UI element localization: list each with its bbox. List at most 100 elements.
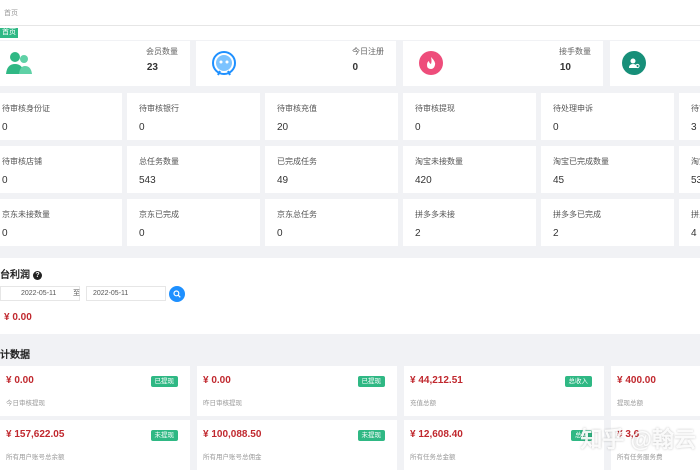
counter-cell: 已完成任务 49: [265, 146, 398, 193]
robot-icon: [210, 49, 238, 77]
money-caption: 所有任务总金额: [410, 454, 456, 461]
counter-value: 2: [553, 228, 559, 239]
counter-value: 49: [277, 175, 289, 186]
money-caption: 昨日审核提现: [203, 400, 242, 407]
fire-icon: [417, 49, 445, 77]
counter-label: 拼多: [691, 210, 700, 219]
search-icon: [173, 290, 181, 298]
money-amount: ¥ 44,212.51: [410, 375, 463, 386]
counter-label: 淘宝未接数量: [415, 157, 463, 166]
counter-cell: 总任务数量 543: [127, 146, 260, 193]
users-icon: [4, 49, 32, 77]
counter-cell: 待审核充值 20: [265, 93, 398, 140]
money-caption: 所有用户账号总余额: [6, 454, 65, 461]
money-caption: 所有用户账号总佣金: [203, 454, 262, 461]
money-caption: 今日审核提现: [6, 400, 45, 407]
counter-cell: 待审核银行 0: [127, 93, 260, 140]
counter-value: 0: [277, 228, 283, 239]
money-card: ¥ 0.00 昨日审核提现 已提现: [197, 366, 397, 416]
top-bar: 首页: [0, 0, 700, 26]
counter-cell: 京东未接数量 0: [0, 199, 122, 246]
money-amount: ¥ 157,622.05: [6, 429, 65, 440]
money-card: ¥ 400.00 提现总额: [611, 366, 700, 416]
stat-value: 10: [559, 62, 571, 73]
stat-card-members: 会员数量 23: [0, 41, 190, 86]
counter-label: 拼多多已完成: [553, 210, 601, 219]
search-button[interactable]: [169, 286, 185, 302]
tab-bar: 首页: [0, 26, 700, 40]
counter-value: 4: [691, 228, 697, 239]
money-amount: ¥ 400.00: [617, 375, 656, 386]
stat-value: 0: [352, 62, 358, 73]
money-card: ¥ 12,608.40 所有任务总金额 总额: [404, 420, 604, 470]
counter-value: 543: [139, 175, 156, 186]
counter-cell: 待审核店铺 0: [0, 146, 122, 193]
counter-label: 待审核店铺: [2, 157, 42, 166]
money-amount: ¥ 100,088.50: [203, 429, 262, 440]
end-date-input[interactable]: 2022-05-11: [86, 286, 166, 301]
watermark: 知乎 @翰云: [580, 427, 696, 452]
counter-cell: 京东总任务 0: [265, 199, 398, 246]
counter-cell: 待处理申诉 0: [541, 93, 674, 140]
counter-label: 拼多多未接: [415, 210, 455, 219]
counter-value: 0: [553, 122, 559, 133]
stat-label: 接手数量: [559, 47, 591, 56]
counter-cell: 拼多多已完成 2: [541, 199, 674, 246]
counter-cell: 待审核身份证 0: [0, 93, 122, 140]
counter-cell: 待审核提现 0: [403, 93, 536, 140]
counter-cell: 待审 3: [679, 93, 700, 140]
counter-label: 淘宝已完成数量: [553, 157, 609, 166]
money-caption: 充值总额: [410, 400, 436, 407]
stat-card-today-register: 今日注册 0: [196, 41, 396, 86]
counter-cell: 淘宝已完成数量 45: [541, 146, 674, 193]
counter-value: 420: [415, 175, 432, 186]
money-card: ¥ 157,622.05 所有用户账号总余额 未提现: [0, 420, 190, 470]
counter-label: 待审核银行: [139, 104, 179, 113]
counter-cell: 淘宝 53: [679, 146, 700, 193]
status-badge: 总收入: [564, 376, 592, 387]
counter-value: 3: [691, 122, 697, 133]
stat-label: 今日注册: [352, 47, 384, 56]
counter-value: 0: [2, 122, 8, 133]
counter-label: 待审: [691, 104, 700, 113]
stat-label: 会员数量: [146, 47, 178, 56]
tab-home[interactable]: 首页: [0, 28, 18, 38]
counter-label: 总任务数量: [139, 157, 179, 166]
user-gear-icon: [620, 49, 648, 77]
counter-label: 待审核身份证: [2, 104, 50, 113]
counter-label: 待审核提现: [415, 104, 455, 113]
help-icon[interactable]: ?: [33, 271, 42, 280]
counter-cell: 拼多多未接 2: [403, 199, 536, 246]
profit-amount: ¥ 0.00: [4, 312, 32, 323]
counter-value: 0: [2, 228, 8, 239]
counter-value: 45: [553, 175, 565, 186]
start-date-input[interactable]: 2022-05-11: [0, 286, 80, 301]
date-separator: 至: [73, 290, 80, 297]
stat-card-admins: [610, 41, 700, 86]
money-amount: ¥ 0.00: [6, 375, 34, 386]
counter-value: 2: [415, 228, 421, 239]
stat-value: 23: [146, 62, 158, 73]
money-card: ¥ 100,088.50 所有用户账号总佣金 未提现: [197, 420, 397, 470]
status-badge: 已提现: [357, 376, 385, 387]
status-badge: 已提现: [150, 376, 178, 387]
stat-card-takers: 接手数量 10: [403, 41, 603, 86]
profit-title: 台利润?: [0, 266, 42, 281]
breadcrumb[interactable]: 首页: [4, 8, 18, 18]
counter-label: 待审核充值: [277, 104, 317, 113]
counter-value: 0: [415, 122, 421, 133]
counter-value: 20: [277, 122, 289, 133]
money-card: ¥ 0.00 今日审核提现 已提现: [0, 366, 190, 416]
counter-value: 53: [691, 175, 700, 186]
counter-label: 京东已完成: [139, 210, 179, 219]
statistics-title: 计数据: [0, 350, 30, 361]
money-card: ¥ 44,212.51 充值总额 总收入: [404, 366, 604, 416]
money-amount: ¥ 0.00: [203, 375, 231, 386]
counter-label: 淘宝: [691, 157, 700, 166]
counter-cell: 拼多 4: [679, 199, 700, 246]
counter-label: 已完成任务: [277, 157, 317, 166]
money-caption: 提现总额: [617, 400, 643, 407]
status-badge: 未提现: [150, 430, 178, 441]
counter-label: 待处理申诉: [553, 104, 593, 113]
counter-cell: 京东已完成 0: [127, 199, 260, 246]
